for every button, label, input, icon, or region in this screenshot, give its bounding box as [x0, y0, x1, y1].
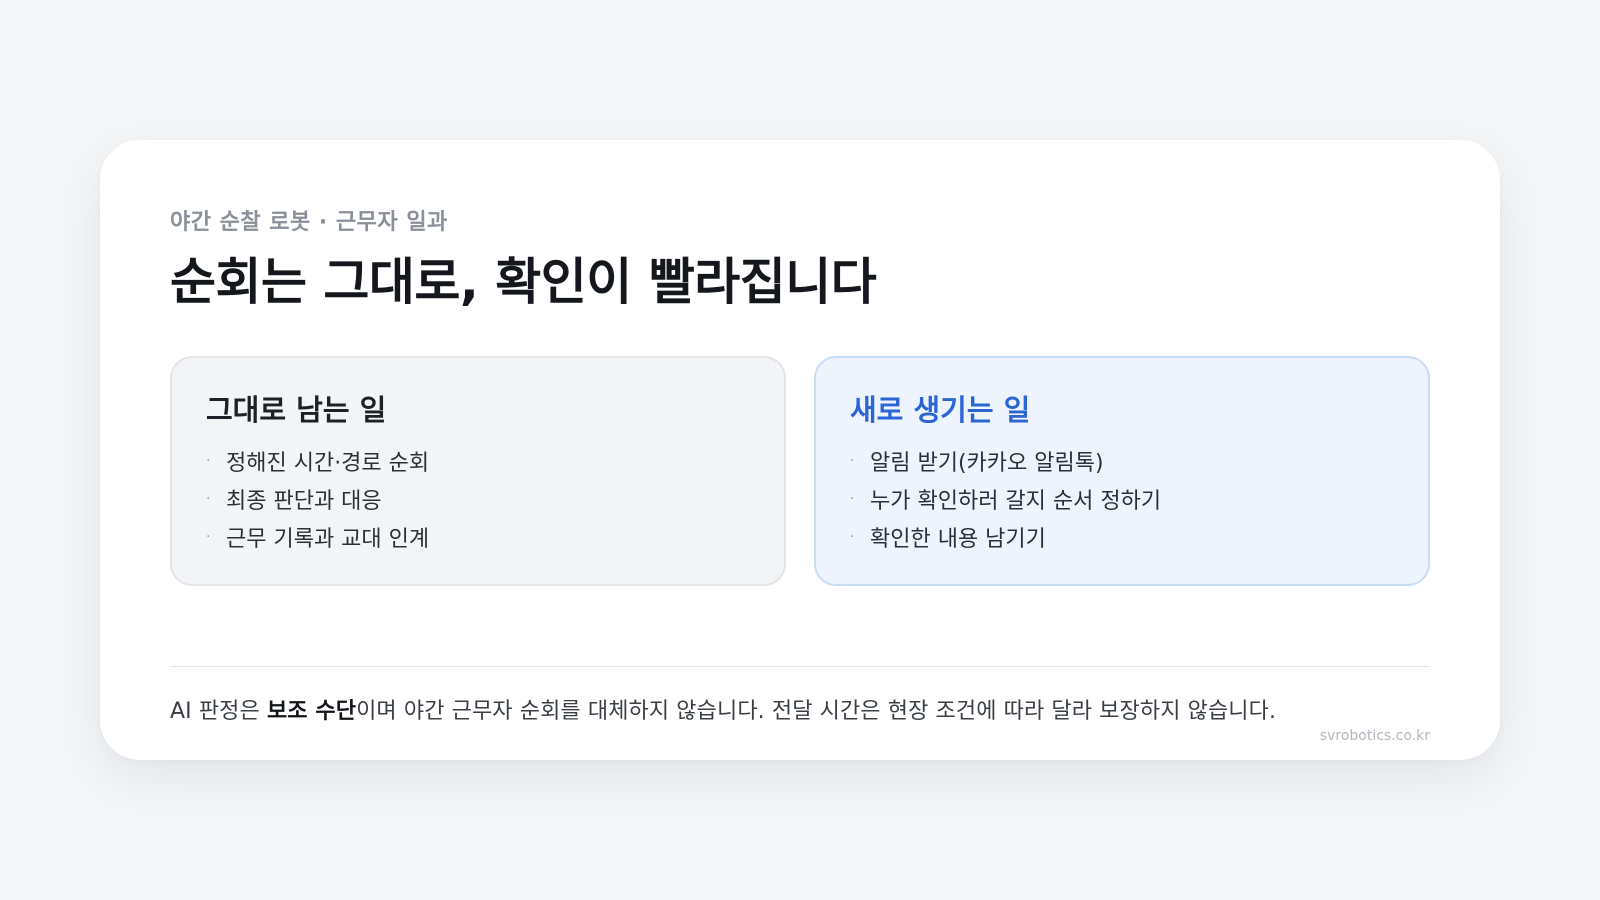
- remaining-tasks-heading: 그대로 남는 일: [206, 393, 387, 427]
- list-item: · 정해진 시간·경로 순회: [206, 442, 750, 480]
- list-item-text: 누가 확인하러 갈지 순서 정하기: [870, 489, 1162, 514]
- bullet-dot-icon: ·: [850, 453, 855, 469]
- bullet-dot-icon: ·: [206, 491, 211, 507]
- info-card: 야간 순찰 로봇 · 근무자 일과 순회는 그대로, 확인이 빨라집니다 그대로…: [100, 140, 1500, 760]
- new-tasks-list: · 알림 받기(카카오 알림톡) · 누가 확인하러 갈지 순서 정하기 · 확인한 …: [850, 442, 1394, 556]
- bullet-dot-icon: ·: [206, 529, 211, 545]
- list-item: · 확인한 내용 남기기: [850, 518, 1394, 556]
- site-url: svrobotics.co.kr: [1319, 728, 1430, 744]
- note-suffix: 이며 야간 근무자 순회를 대체하지 않습니다. 전달 시간은 현장 조건에 따…: [356, 699, 1277, 724]
- bullet-dot-icon: ·: [850, 491, 855, 507]
- eyebrow-label: 야간 순찰 로봇 · 근무자 일과: [170, 210, 448, 235]
- list-item-text: 알림 받기(카카오 알림톡): [870, 451, 1104, 476]
- list-item: · 알림 받기(카카오 알림톡): [850, 442, 1394, 480]
- bullet-dot-icon: ·: [206, 453, 211, 469]
- note-prefix: AI 판정은: [170, 699, 267, 724]
- list-item-text: 최종 판단과 대응: [226, 489, 382, 514]
- list-item-text: 정해진 시간·경로 순회: [226, 451, 430, 476]
- list-item: · 최종 판단과 대응: [206, 480, 750, 518]
- note-emphasis: 보조 수단: [266, 699, 357, 724]
- list-item: · 누가 확인하러 갈지 순서 정하기: [850, 480, 1394, 518]
- new-tasks-panel: 새로 생기는 일 · 알림 받기(카카오 알림톡) · 누가 확인하러 갈지 순서 …: [814, 356, 1430, 586]
- list-item-text: 근무 기록과 교대 인계: [226, 527, 430, 552]
- disclaimer-note: AI 판정은 보조 수단이며 야간 근무자 순회를 대체하지 않습니다. 전달 …: [170, 693, 1430, 725]
- comparison-columns: 그대로 남는 일 · 정해진 시간·경로 순회 · 최종 판단과 대응 · 근무 기록…: [170, 356, 1430, 586]
- list-item-text: 확인한 내용 남기기: [870, 527, 1046, 552]
- list-item: · 근무 기록과 교대 인계: [206, 518, 750, 556]
- page-title: 순회는 그대로, 확인이 빨라집니다: [170, 253, 877, 311]
- bullet-dot-icon: ·: [850, 529, 855, 545]
- divider: [170, 666, 1430, 667]
- remaining-tasks-panel: 그대로 남는 일 · 정해진 시간·경로 순회 · 최종 판단과 대응 · 근무 기록…: [170, 356, 786, 586]
- new-tasks-heading: 새로 생기는 일: [850, 393, 1031, 427]
- remaining-tasks-list: · 정해진 시간·경로 순회 · 최종 판단과 대응 · 근무 기록과 교대 인계: [206, 442, 750, 556]
